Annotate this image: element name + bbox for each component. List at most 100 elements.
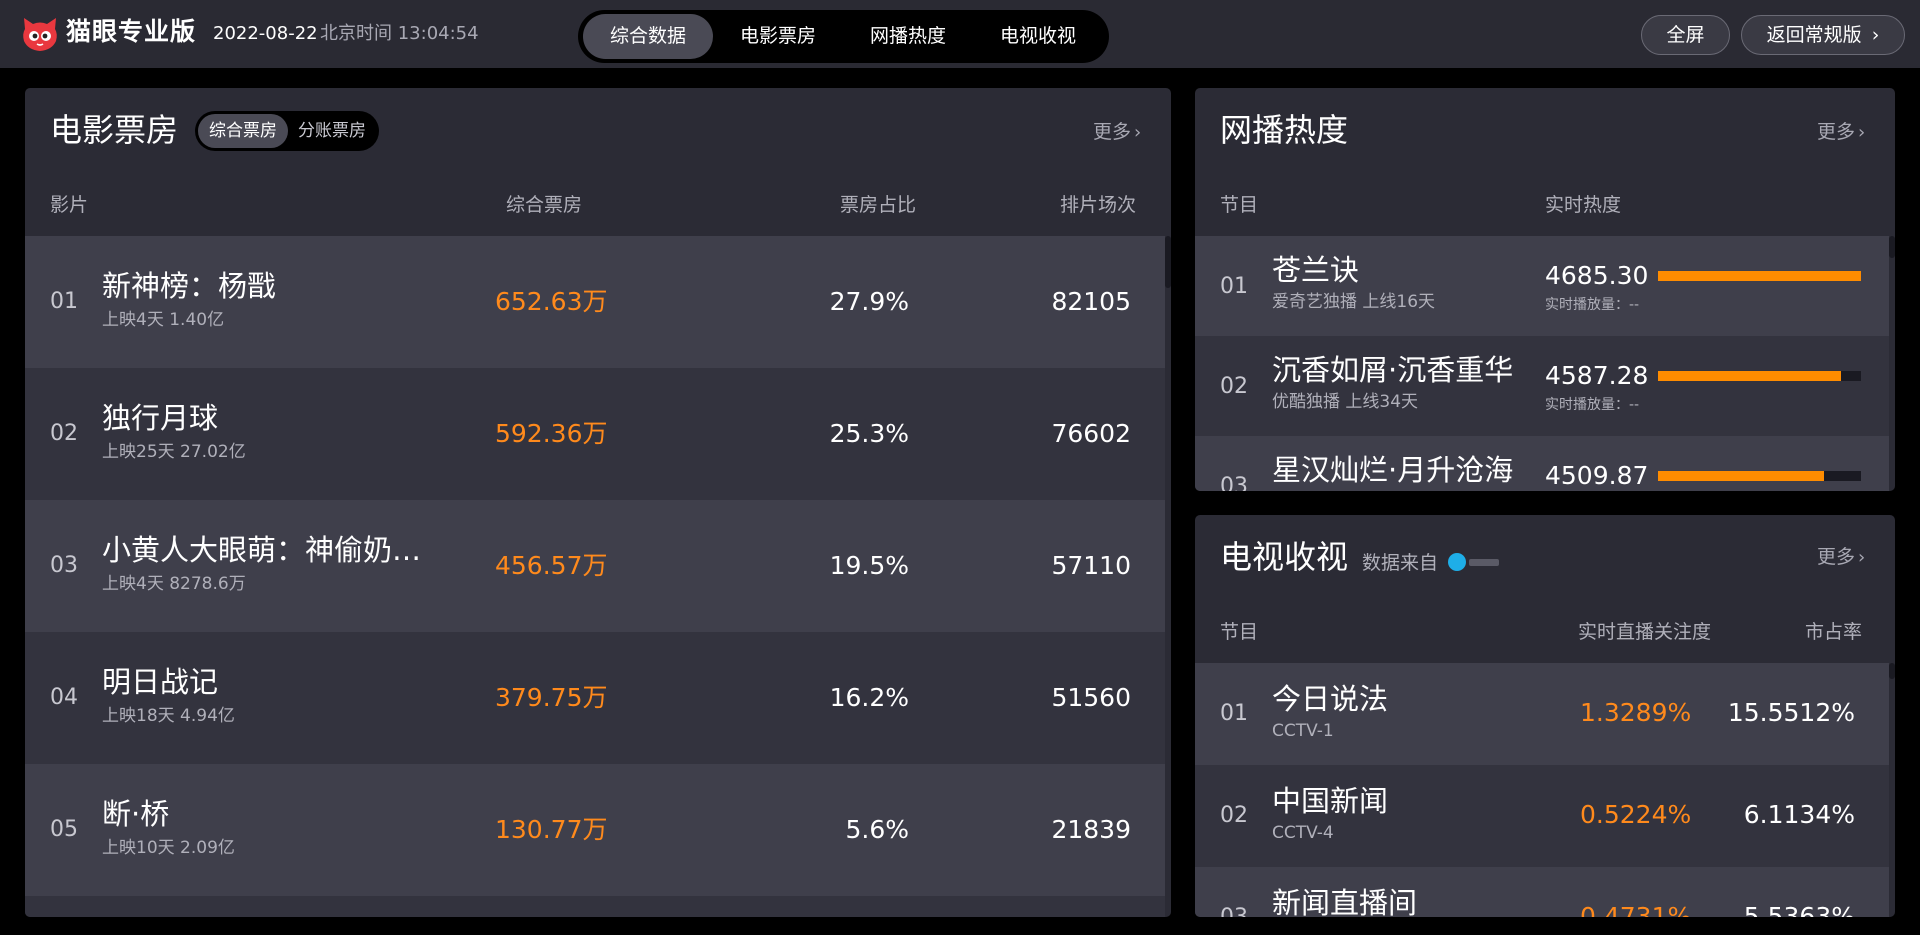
table-row[interactable]: 02 中国新闻 CCTV-4 0.5224% 6.1134% — [1195, 765, 1889, 867]
tab-overview[interactable]: 综合数据 — [583, 14, 713, 59]
data-source-logo-text — [1469, 559, 1499, 566]
heat-bar-fill — [1658, 371, 1841, 381]
box-office-panel: 电影票房 综合票房 分账票房 更多 › 影片 综合票房 票房占比 排片场次 01 … — [25, 88, 1171, 917]
scrollbar-thumb[interactable] — [1889, 663, 1895, 679]
current-date: 2022-08-22 — [213, 23, 318, 44]
film-name: 新神榜：杨戬 — [102, 269, 277, 303]
back-to-classic-label: 返回常规版 — [1766, 24, 1862, 46]
heat-bar — [1658, 271, 1861, 281]
table-row[interactable]: 01 今日说法 CCTV-1 1.3289% 15.5512% — [1195, 663, 1889, 765]
box-share: 27.9% — [829, 287, 909, 316]
channel: CCTV-4 — [1272, 823, 1334, 843]
fullscreen-button[interactable]: 全屏 — [1641, 15, 1730, 55]
box-office-type-switch: 综合票房 分账票房 — [195, 111, 379, 151]
col-live-attention: 实时直播关注度 — [1578, 621, 1712, 643]
combined-box: 379.75万 — [495, 683, 608, 712]
film-info: 上映18天 4.94亿 — [102, 706, 235, 726]
rank: 02 — [1220, 374, 1248, 399]
box-share: 19.5% — [829, 551, 909, 580]
col-shows: 排片场次 — [1060, 194, 1137, 216]
combined-box: 130.77万 — [495, 815, 608, 844]
film-name: 独行月球 — [102, 401, 219, 435]
program-name: 沉香如屑·沉香重华 — [1272, 353, 1514, 387]
col-box-share: 票房占比 — [840, 194, 917, 216]
channel: CCTV-1 — [1272, 721, 1334, 741]
film-name: 明日战记 — [102, 665, 219, 699]
box-share: 16.2% — [829, 683, 909, 712]
show-count: 57110 — [1051, 551, 1131, 580]
data-source-label: 数据来自 — [1362, 552, 1439, 574]
table-row[interactable]: 02 沉香如屑·沉香重华 优酷独播 上线34天 4587.28 实时播放量：-- — [1195, 336, 1889, 436]
tab-tv-ratings[interactable]: 电视收视 — [973, 14, 1103, 59]
table-row[interactable]: 02 独行月球 上映25天 27.02亿 592.36万 25.3% 76602 — [25, 368, 1165, 500]
rank: 03 — [1220, 904, 1248, 917]
rank: 02 — [1220, 803, 1248, 828]
box-office-more-link[interactable]: 更多 › — [1093, 120, 1141, 145]
web-heat-title: 网播热度 — [1220, 111, 1349, 149]
scrollbar-thumb[interactable] — [1165, 236, 1171, 288]
realtime-plays: 实时播放量：-- — [1545, 297, 1640, 313]
film-info: 上映4天 8278.6万 — [102, 574, 246, 594]
box-share: 5.6% — [845, 815, 909, 844]
box-office-title: 电影票房 — [50, 111, 179, 149]
col-program: 节目 — [1220, 621, 1259, 643]
film-info: 上映10天 2.09亿 — [102, 838, 235, 858]
rank: 03 — [50, 553, 78, 578]
col-realtime-heat: 实时热度 — [1545, 194, 1622, 216]
table-row[interactable]: 03 星汉灿烂·月升沧海 4509.87 — [1195, 436, 1889, 491]
table-row[interactable]: 03 小黄人大眼萌：神偷奶… 上映4天 8278.6万 456.57万 19.5… — [25, 500, 1165, 632]
combined-box: 456.57万 — [495, 551, 608, 580]
tab-box-office[interactable]: 电影票房 — [713, 14, 843, 59]
chevron-right-icon: › — [1134, 122, 1142, 143]
heat-bar — [1658, 371, 1861, 381]
back-to-classic-button[interactable]: 返回常规版 › — [1741, 15, 1905, 55]
rank: 02 — [50, 421, 78, 446]
heat-value: 4685.30 — [1545, 261, 1649, 290]
col-film: 影片 — [50, 194, 89, 216]
col-program: 节目 — [1220, 194, 1259, 216]
chevron-right-icon: › — [1871, 24, 1880, 46]
live-attention: 0.5224% — [1580, 800, 1692, 829]
web-heat-panel: 网播热度 更多 › 节目 实时热度 01 苍兰诀 爱奇艺独播 上线16天 4685… — [1195, 88, 1895, 491]
market-share: 6.1134% — [1743, 800, 1855, 829]
web-heat-more-link[interactable]: 更多 › — [1817, 120, 1865, 145]
film-name: 断·桥 — [102, 797, 170, 831]
show-count: 21839 — [1051, 815, 1131, 844]
brand-name: 猫眼专业版 — [66, 17, 197, 46]
table-row[interactable]: 01 新神榜：杨戬 上映4天 1.40亿 652.63万 27.9% 82105 — [25, 236, 1165, 368]
live-attention: 1.3289% — [1580, 698, 1692, 727]
program-name: 星汉灿烂·月升沧海 — [1272, 453, 1514, 487]
table-row-partial — [25, 896, 1165, 917]
seg-combined-box-office[interactable]: 综合票房 — [198, 114, 288, 148]
heat-bar-fill — [1658, 271, 1861, 281]
more-label: 更多 — [1093, 121, 1132, 143]
tv-ratings-more-link[interactable]: 更多 › — [1817, 545, 1865, 570]
rank: 01 — [1220, 701, 1248, 726]
table-row[interactable]: 01 苍兰诀 爱奇艺独播 上线16天 4685.30 实时播放量：-- — [1195, 236, 1889, 336]
program-name: 苍兰诀 — [1272, 253, 1360, 287]
program-name: 今日说法 — [1272, 682, 1389, 716]
show-count: 82105 — [1051, 287, 1131, 316]
table-row[interactable]: 04 明日战记 上映18天 4.94亿 379.75万 16.2% 51560 — [25, 632, 1165, 764]
more-label: 更多 — [1817, 121, 1856, 143]
program-info: 优酷独播 上线34天 — [1272, 392, 1419, 412]
heat-bar-fill — [1658, 471, 1825, 481]
table-row[interactable]: 05 断·桥 上映10天 2.09亿 130.77万 5.6% 21839 — [25, 764, 1165, 896]
top-bar: 猫眼专业版 2022-08-22 北京时间 13:04:54 综合数据 电影票房… — [0, 0, 1920, 68]
box-share: 25.3% — [829, 419, 909, 448]
show-count: 51560 — [1051, 683, 1131, 712]
table-row[interactable]: 03 新闻直播间 0.4731% 5.5363% — [1195, 867, 1889, 917]
seg-split-box-office[interactable]: 分账票房 — [288, 114, 376, 148]
data-source-logo-icon — [1448, 553, 1466, 571]
heat-value: 4509.87 — [1545, 461, 1649, 490]
scrollbar-thumb[interactable] — [1889, 236, 1895, 258]
clock-label: 北京时间 — [320, 23, 392, 44]
chevron-right-icon: › — [1858, 122, 1866, 143]
col-combined-box: 综合票房 — [506, 194, 583, 216]
tab-web-heat[interactable]: 网播热度 — [843, 14, 973, 59]
market-share: 5.5363% — [1743, 902, 1855, 917]
clock-time: 13:04:54 — [397, 23, 479, 44]
maoyan-cat-logo-icon — [23, 18, 57, 51]
tv-ratings-panel: 电视收视 数据来自 更多 › 节目 实时直播关注度 市占率 01 今日说法 CCT… — [1195, 515, 1895, 917]
rank: 01 — [1220, 274, 1248, 299]
